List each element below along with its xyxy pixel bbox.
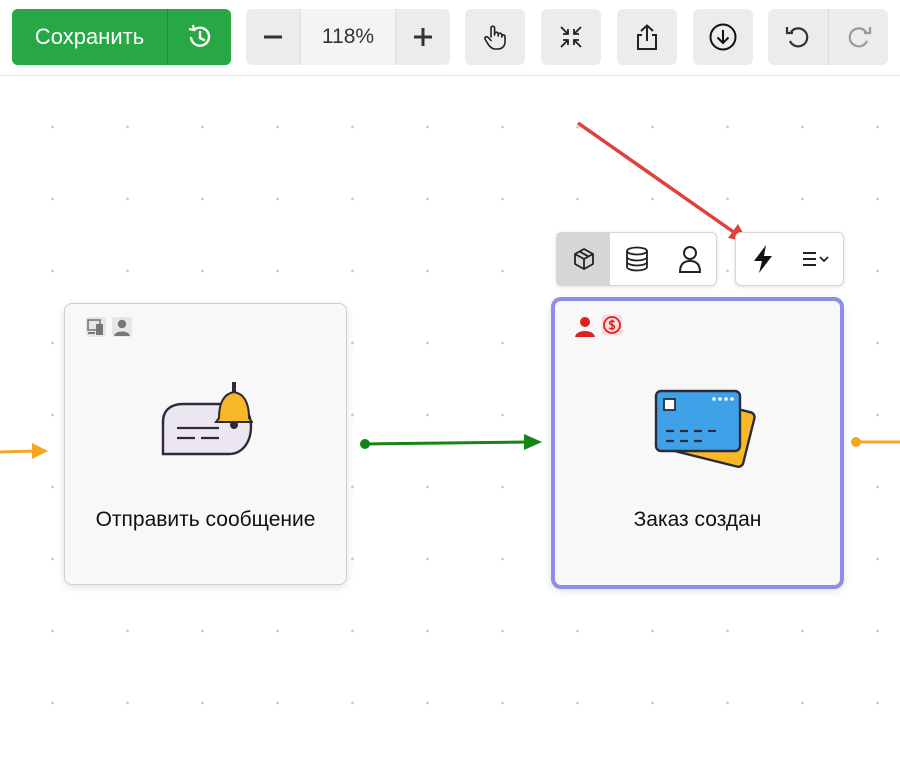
database-icon	[625, 246, 648, 272]
node-label: Отправить сообщение	[95, 508, 316, 531]
devices-icon	[86, 317, 106, 337]
tab-person[interactable]	[663, 233, 716, 285]
credit-cards-icon	[654, 389, 756, 468]
menu-dropdown-icon	[802, 252, 829, 266]
lightning-icon	[753, 245, 772, 273]
message-bell-icon	[161, 382, 253, 456]
dollar-circle-icon	[601, 314, 623, 336]
flow-node-send-message[interactable]: Отправить сообщение	[64, 303, 347, 585]
node-badges	[573, 314, 623, 338]
box-icon	[573, 248, 594, 270]
menu-dropdown-button[interactable]	[789, 233, 842, 285]
node-actions-popover	[735, 232, 844, 286]
tab-database[interactable]	[610, 233, 663, 285]
connector-send-to-order[interactable]	[360, 434, 542, 450]
incoming-connector	[0, 443, 48, 459]
triggers-button[interactable]	[736, 233, 789, 285]
node-badges	[85, 316, 133, 338]
flow-node-order-created[interactable]: Заказ создан	[551, 297, 844, 589]
person-icon	[678, 246, 701, 273]
node-tabs-popover	[556, 232, 717, 286]
node-label: Заказ создан	[633, 508, 762, 531]
tab-box[interactable]	[557, 233, 610, 285]
user-icon	[112, 317, 132, 337]
user-icon	[575, 317, 595, 337]
annotation-arrow	[576, 121, 748, 242]
outgoing-connector[interactable]	[851, 437, 900, 447]
